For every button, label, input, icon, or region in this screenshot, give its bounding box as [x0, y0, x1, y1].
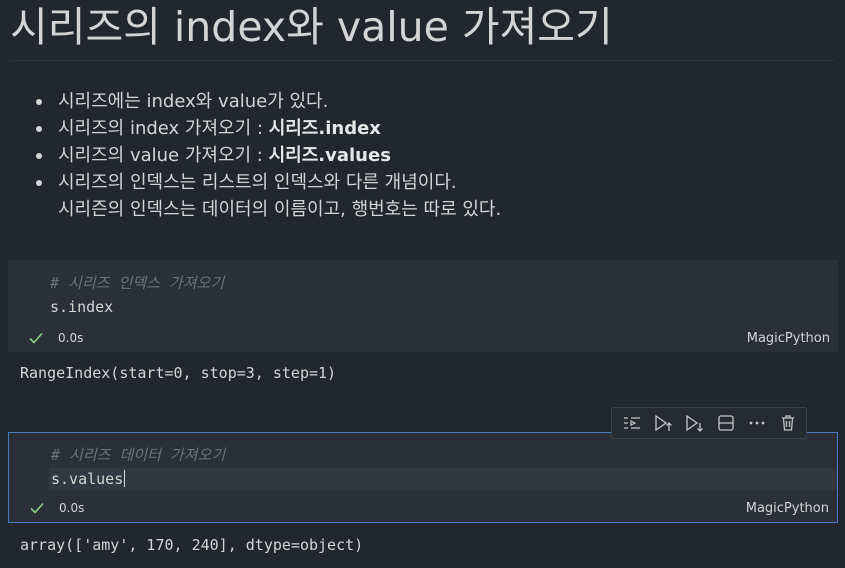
- execute-above-button[interactable]: [649, 409, 676, 437]
- cell-language-label[interactable]: MagicPython: [746, 501, 829, 516]
- bullet-text: 시리즈의 value 가져오기 :: [58, 145, 269, 166]
- more-actions-icon: [749, 421, 765, 425]
- execution-time: 0.0s: [59, 501, 85, 515]
- cell-output: RangeIndex(start=0, stop=3, step=1): [20, 364, 337, 382]
- execute-below-icon: [686, 414, 704, 432]
- check-icon: [30, 502, 44, 514]
- code-cell[interactable]: # 시리즈 인덱스 가져오기 s.index 0.0s MagicPython: [8, 260, 838, 352]
- delete-cell-button[interactable]: [775, 409, 802, 437]
- bullet-bold-text: 시리즈.index: [268, 118, 381, 139]
- run-by-line-icon: [623, 417, 640, 429]
- bullet-text: 시리즌의 인덱스는 데이터의 이름이고, 행번호는 따로 있다.: [58, 199, 502, 220]
- heading-divider: [10, 60, 835, 61]
- code-comment: # 시리즈 인덱스 가져오기: [50, 274, 225, 292]
- execution-status: 0.0s: [29, 500, 84, 516]
- bullet-text: 시리즈의 index 가져오기 :: [58, 118, 269, 139]
- execute-below-button[interactable]: [681, 409, 708, 437]
- text-cursor: [124, 470, 126, 487]
- bullet-item: 시리즈의 value 가져오기 : 시리즈.values: [35, 142, 501, 169]
- execution-status: 0.0s: [28, 330, 83, 346]
- markdown-heading: 시리즈의 index와 value 가져오기: [10, 3, 613, 51]
- execute-above-icon: [655, 414, 672, 432]
- notebook-editor: 시리즈의 index와 value 가져오기 시리즈에는 index와 valu…: [0, 0, 845, 568]
- split-cell-icon: [717, 415, 734, 431]
- run-by-line-button[interactable]: [618, 409, 645, 437]
- bullet-item: 시리즈의 인덱스는 리스트의 인덱스와 다른 개념이다.: [35, 169, 501, 196]
- bullet-item: 시리즈의 index 가져오기 : 시리즈.index: [35, 115, 501, 142]
- execution-time: 0.0s: [58, 331, 84, 345]
- code-line-text[interactable]: s.values: [51, 470, 123, 488]
- cell-output: array(['amy', 170, 240], dtype=object): [20, 536, 364, 554]
- bullet-bold-text: 시리즈.values: [268, 145, 391, 166]
- code-line[interactable]: s.values: [51, 468, 126, 491]
- markdown-bullet-list: 시리즈에는 index와 value가 있다. 시리즈의 index 가져오기 …: [35, 88, 501, 223]
- bullet-continuation: 시리즌의 인덱스는 데이터의 이름이고, 행번호는 따로 있다.: [58, 196, 501, 223]
- code-line[interactable]: s.index: [50, 296, 113, 319]
- bullet-text: 시리즈에는 index와 value가 있다.: [58, 91, 329, 112]
- code-cell-focused[interactable]: # 시리즈 데이터 가져오기 s.values 0.0s MagicPython: [8, 432, 838, 523]
- split-cell-button[interactable]: [712, 409, 739, 437]
- check-icon: [29, 332, 43, 344]
- delete-icon: [782, 415, 795, 431]
- current-line-highlight: [49, 468, 837, 491]
- cell-language-label[interactable]: MagicPython: [747, 331, 830, 346]
- cell-toolbar: [611, 407, 807, 439]
- bullet-text: 시리즈의 인덱스는 리스트의 인덱스와 다른 개념이다.: [58, 172, 457, 193]
- code-comment: # 시리즈 데이터 가져오기: [51, 446, 226, 464]
- bullet-item: 시리즈에는 index와 value가 있다.: [35, 88, 501, 115]
- more-actions-button[interactable]: [743, 409, 770, 437]
